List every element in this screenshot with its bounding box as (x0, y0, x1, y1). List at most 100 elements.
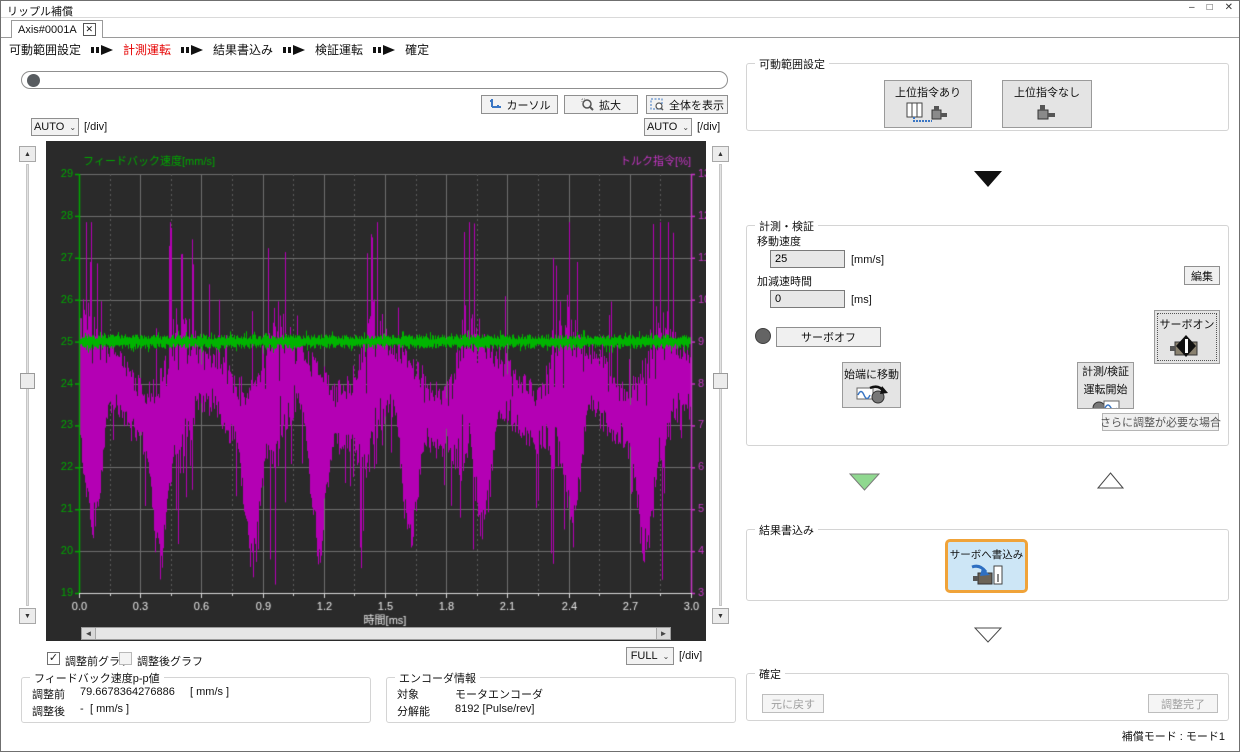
chart-hscrollbar-thumb[interactable] (95, 628, 657, 639)
left-slider-up-button[interactable]: ▲ (19, 146, 36, 162)
left-slider-thumb[interactable] (20, 373, 35, 389)
after-value-unit: [ mm/s ] (90, 703, 130, 715)
write-to-servo-button[interactable]: サーボへ書込み (945, 539, 1028, 593)
flow-arrow-icon (91, 44, 114, 55)
accel-unit: [ms] (851, 294, 872, 306)
chart-canvas (46, 141, 706, 641)
edit-button[interactable]: 編集 (1184, 266, 1220, 285)
encoder-resolution-label: 分解能 (397, 706, 430, 718)
workflow-step-range: 可動範囲設定 (9, 43, 82, 57)
servo-on-button[interactable]: サーボオン (1154, 310, 1220, 364)
progress-indicator-dot (27, 74, 40, 87)
adjust-complete-button[interactable]: 調整完了 (1148, 694, 1218, 713)
confirm-group-title: 確定 (755, 666, 785, 682)
undo-button[interactable]: 元に戻す (762, 694, 824, 713)
next-step-down-triangle (974, 627, 1002, 643)
flow-arrow-icon (181, 44, 204, 55)
after-value-label: 調整後 (32, 706, 65, 718)
write-result-group: 結果書込み サーボへ書込み (746, 522, 1229, 601)
return-path-up-triangle (1097, 472, 1124, 489)
right-slider-down-button[interactable]: ▼ (712, 608, 729, 624)
after-graph-checkbox[interactable]: ✓ (119, 652, 132, 665)
servo-off-button[interactable]: サーボオフ (776, 327, 881, 347)
move-start-icon (856, 385, 888, 404)
without-host-command-button[interactable]: 上位指令なし (1002, 80, 1092, 128)
cursor-button[interactable]: カーソル (481, 95, 558, 114)
write-result-group-title: 結果書込み (755, 522, 818, 538)
before-value-unit: [ mm/s ] (190, 686, 230, 698)
magnifier-icon (581, 98, 594, 111)
accel-label: 加減速時間 (757, 276, 812, 288)
before-value-label: 調整前 (32, 689, 65, 701)
tab-close-icon[interactable]: ✕ (82, 23, 96, 36)
left-slider-down-button[interactable]: ▼ (19, 608, 36, 624)
bottom-scale-combo[interactable]: FULL ⌄ (626, 647, 674, 665)
plc-motor-icon (906, 102, 947, 122)
range-setting-group: 可動範囲設定 上位指令あり 上位指令なし (746, 56, 1229, 131)
encoder-info-group: エンコーダ情報 対象 モータエンコーダ 分解能 8192 [Pulse/rev] (386, 670, 736, 723)
right-slider-up-button[interactable]: ▲ (712, 146, 729, 162)
speed-unit: [mm/s] (851, 254, 884, 266)
chart-hscrollbar[interactable]: ◄ ► (81, 627, 671, 640)
triangle-up-icon: ▲ (717, 150, 724, 158)
scroll-right-icon[interactable]: ► (657, 628, 670, 639)
workflow-step-confirm: 確定 (405, 43, 430, 57)
workflow-breadcrumb: 可動範囲設定 計測運転 結果書込み 検証運転 確定 (9, 42, 429, 57)
after-value: - (80, 703, 84, 715)
right-scale-unit: [/div] (697, 121, 721, 133)
zoom-button[interactable]: 拡大 (564, 95, 638, 114)
waveform-chart: ◄ ► (46, 141, 706, 641)
active-path-down-triangle (849, 473, 880, 491)
cursor-icon (489, 99, 501, 108)
before-value: 79.6678364276886 (80, 686, 175, 698)
servo-status-indicator (755, 328, 771, 344)
servo-on-icon (1170, 335, 1198, 357)
confirm-group: 確定 元に戻す 調整完了 (746, 666, 1229, 721)
encoder-target-label: 対象 (397, 689, 419, 701)
check-icon: ✓ (48, 652, 59, 664)
minimize-button[interactable]: – (1189, 2, 1195, 13)
fit-view-icon (650, 98, 664, 111)
run-start-button[interactable]: 計測/検証 運転開始 (1077, 362, 1134, 409)
feedback-pp-group-title: フィードバック速度p-p値 (30, 670, 164, 686)
speed-input[interactable] (770, 250, 845, 268)
tabstrip-divider (1, 37, 1239, 38)
move-to-start-button[interactable]: 始端に移動 (842, 362, 901, 408)
bottom-scale-unit: [/div] (679, 650, 703, 662)
speed-label: 移動速度 (757, 236, 801, 248)
right-scale-combo[interactable]: AUTO ⌄ (644, 118, 692, 136)
title-bar: リップル補償 – □ ✕ (1, 1, 1239, 18)
progress-bar (21, 71, 728, 89)
accel-input[interactable] (770, 290, 845, 308)
left-scale-unit: [/div] (84, 121, 108, 133)
chevron-down-icon: ⌄ (662, 651, 670, 661)
show-all-button[interactable]: 全体を表示 (646, 95, 728, 114)
workflow-step-write: 結果書込み (213, 43, 274, 57)
tab-axis0001a[interactable]: Axis#0001A ✕ (11, 20, 103, 38)
triangle-down-icon: ▼ (24, 612, 31, 620)
encoder-info-group-title: エンコーダ情報 (395, 670, 480, 686)
chevron-down-icon: ⌄ (682, 122, 690, 132)
more-adjust-button[interactable]: さらに調整が必要な場合 (1100, 413, 1221, 431)
triangle-down-icon: ▼ (717, 612, 724, 620)
motor-icon (1037, 105, 1055, 120)
right-slider-thumb[interactable] (713, 373, 728, 389)
scroll-left-icon[interactable]: ◄ (82, 628, 95, 639)
write-to-servo-icon (970, 564, 1002, 584)
with-host-command-button[interactable]: 上位指令あり (884, 80, 972, 128)
measurement-group-title: 計測・検証 (755, 218, 818, 234)
left-scale-combo[interactable]: AUTO ⌄ (31, 118, 79, 136)
after-graph-label: 調整後グラフ (137, 656, 203, 668)
workflow-step-measure: 計測運転 (123, 43, 172, 57)
triangle-up-icon: ▲ (24, 150, 31, 158)
flow-arrow-icon (283, 44, 306, 55)
encoder-target-value: モータエンコーダ (455, 689, 543, 701)
tab-label: Axis#0001A (18, 23, 77, 36)
close-button[interactable]: ✕ (1225, 2, 1233, 13)
maximize-button[interactable]: □ (1207, 2, 1213, 13)
flow-arrow-icon (373, 44, 396, 55)
ripple-compensation-window: リップル補償 – □ ✕ Axis#0001A ✕ 可動範囲設定 計測運転 結果… (0, 0, 1240, 752)
before-graph-checkbox[interactable]: ✓ (47, 652, 60, 665)
flow-down-triangle (974, 171, 1002, 187)
run-start-icon (1092, 400, 1119, 408)
